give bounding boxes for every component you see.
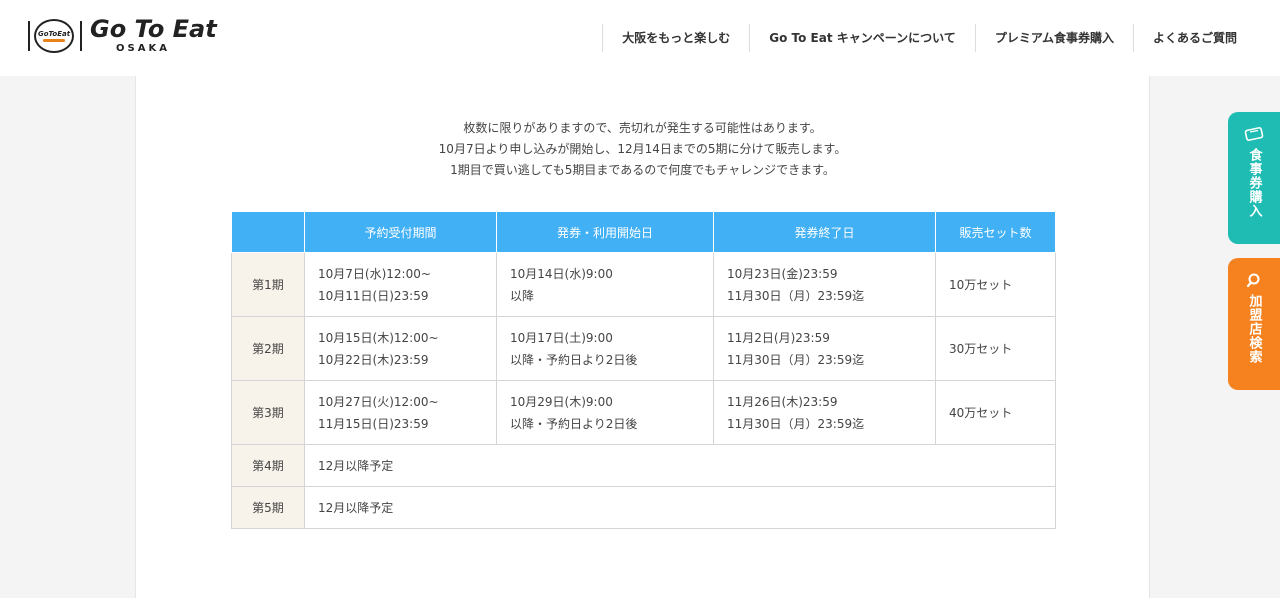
sales-schedule-table: 予約受付期間 発券・利用開始日 発券終了日 販売セット数 第1期 10月7日(水… bbox=[231, 212, 1056, 529]
end-cell: 11月26日(木)23:59 11月30日（月）23:59迄 bbox=[713, 380, 936, 445]
sets-cell: 10万セット bbox=[935, 252, 1056, 317]
nav-enjoy-osaka[interactable]: 大阪をもっと楽しむ bbox=[602, 24, 749, 52]
fork-icon bbox=[28, 21, 30, 51]
header-start-date: 発券・利用開始日 bbox=[496, 212, 714, 253]
reserve-cell: 10月27日(火)12:00~ 11月15日(日)23:59 bbox=[304, 380, 497, 445]
intro-line: 10月7日より申し込みが開始し、12月14日までの5期に分けて販売します。 bbox=[438, 142, 847, 156]
nav-about-campaign[interactable]: Go To Eat キャンペーンについて bbox=[749, 24, 975, 52]
logo-emblem-bar bbox=[43, 39, 65, 42]
table-row: 第1期 10月7日(水)12:00~ 10月11日(日)23:59 10月14日(… bbox=[231, 252, 1056, 317]
end-cell: 10月23日(金)23:59 11月30日（月）23:59迄 bbox=[713, 252, 936, 317]
main-content: 枚数に限りがありますので、売切れが発生する可能性はあります。 10月7日より申し… bbox=[135, 76, 1150, 598]
period-cell: 第5期 bbox=[231, 486, 305, 529]
ticket-icon bbox=[1244, 127, 1264, 141]
store-search-label: 加盟店検索 bbox=[1246, 294, 1262, 364]
table-header-row: 予約受付期間 発券・利用開始日 発券終了日 販売セット数 bbox=[231, 212, 1056, 253]
header-end-date: 発券終了日 bbox=[713, 212, 936, 253]
logo-emblem: GoToEat bbox=[34, 19, 74, 53]
note-cell: 12月以降予定 bbox=[304, 444, 1056, 487]
intro-line: 枚数に限りがありますので、売切れが発生する可能性はあります。 bbox=[463, 121, 822, 135]
table-row: 第5期 12月以降予定 bbox=[231, 486, 1056, 529]
knife-icon bbox=[80, 21, 82, 51]
site-logo[interactable]: GoToEat Go To Eat OSAKA bbox=[28, 15, 218, 59]
logo-subtitle: OSAKA bbox=[116, 43, 170, 54]
search-icon bbox=[1246, 273, 1260, 288]
sets-cell: 40万セット bbox=[935, 380, 1056, 445]
reserve-cell: 10月7日(水)12:00~ 10月11日(日)23:59 bbox=[304, 252, 497, 317]
sets-cell: 30万セット bbox=[935, 316, 1056, 381]
period-cell: 第2期 bbox=[231, 316, 305, 381]
logo-emblem-text: GoToEat bbox=[37, 30, 71, 38]
nav-faq[interactable]: よくあるご質問 bbox=[1132, 24, 1256, 52]
table-row: 第2期 10月15日(木)12:00~ 10月22日(木)23:59 10月17日… bbox=[231, 316, 1056, 381]
start-cell: 10月17日(土)9:00 以降・予約日より2日後 bbox=[496, 316, 714, 381]
table-row: 第3期 10月27日(火)12:00~ 11月15日(日)23:59 10月29日… bbox=[231, 380, 1056, 445]
period-cell: 第3期 bbox=[231, 380, 305, 445]
intro-text: 枚数に限りがありますので、売切れが発生する可能性はあります。 10月7日より申し… bbox=[136, 118, 1149, 181]
global-nav: 大阪をもっと楽しむ Go To Eat キャンペーンについて プレミアム食事券購… bbox=[602, 24, 1256, 52]
intro-line: 1期目で買い逃しても5期目まであるので何度でもチャレンジできます。 bbox=[450, 163, 835, 177]
end-cell: 11月2日(月)23:59 11月30日（月）23:59迄 bbox=[713, 316, 936, 381]
start-cell: 10月14日(水)9:00 以降 bbox=[496, 252, 714, 317]
period-cell: 第1期 bbox=[231, 252, 305, 317]
reserve-cell: 10月15日(木)12:00~ 10月22日(木)23:59 bbox=[304, 316, 497, 381]
buy-ticket-label: 食事券購入 bbox=[1246, 148, 1262, 218]
header-reserve-period: 予約受付期間 bbox=[304, 212, 497, 253]
note-cell: 12月以降予定 bbox=[304, 486, 1056, 529]
nav-buy-premium-ticket[interactable]: プレミアム食事券購入 bbox=[974, 24, 1133, 52]
table-row: 第4期 12月以降予定 bbox=[231, 444, 1056, 487]
period-cell: 第4期 bbox=[231, 444, 305, 487]
header-cell-blank bbox=[231, 212, 305, 253]
buy-ticket-button[interactable]: 食事券購入 bbox=[1228, 112, 1280, 244]
store-search-button[interactable]: 加盟店検索 bbox=[1228, 258, 1280, 390]
header-set-count: 販売セット数 bbox=[935, 212, 1056, 253]
logo-title: Go To Eat bbox=[90, 15, 217, 43]
site-header: GoToEat Go To Eat OSAKA 大阪をもっと楽しむ Go To … bbox=[0, 0, 1280, 76]
start-cell: 10月29日(木)9:00 以降・予約日より2日後 bbox=[496, 380, 714, 445]
